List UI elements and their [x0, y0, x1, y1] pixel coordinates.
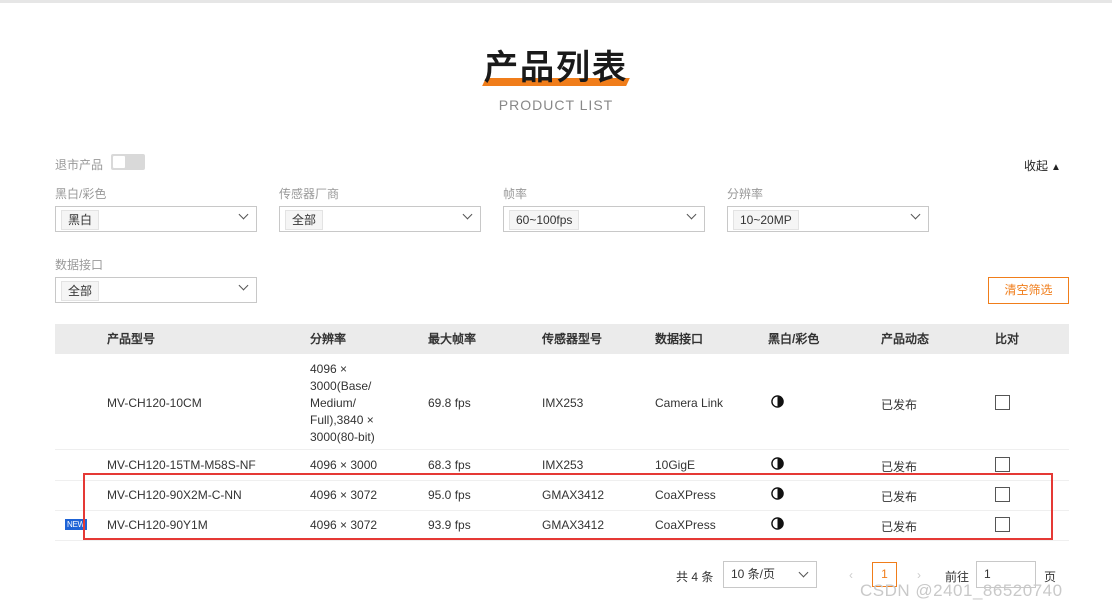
total-count: 共 4 条: [676, 570, 714, 584]
model-link[interactable]: MV-CH120-15TM-M58S-NF: [107, 458, 256, 472]
status-cell: 已发布: [881, 398, 918, 412]
interface-cell: 10GigE: [655, 458, 696, 472]
resolution-line: Full),3840 ×: [310, 413, 374, 427]
col-sensor: 传感器型号: [542, 332, 603, 346]
model-link[interactable]: MV-CH120-10CM: [107, 396, 202, 410]
interface-cell: Camera Link: [655, 396, 724, 410]
resolution-label: 分辨率: [727, 187, 764, 201]
sensor-cell: IMX253: [542, 396, 584, 410]
page-title-text: 产品列表: [484, 49, 628, 87]
watermark: CSDN @2401_86520740: [860, 581, 1063, 600]
collapse-button[interactable]: 收起 ▲: [1024, 157, 1061, 174]
col-interface: 数据接口: [655, 332, 704, 346]
compare-checkbox[interactable]: [995, 457, 1010, 472]
resolution-select[interactable]: 10~20MP: [727, 206, 929, 232]
resolution-line: Medium/: [310, 396, 357, 410]
table-row[interactable]: MV-CH120-10CM 4096 × 3000(Base/ Medium/ …: [55, 354, 1069, 450]
col-compare: 比对: [995, 332, 1020, 346]
page-subtitle: PRODUCT LIST: [498, 97, 614, 113]
page-size-value: 10 条/页: [731, 567, 776, 581]
col-model: 产品型号: [107, 332, 156, 346]
max-fps-cell: 69.8 fps: [428, 396, 471, 410]
sensor-cell: IMX253: [542, 458, 584, 472]
mono-color-select[interactable]: 黑白: [55, 206, 257, 232]
clear-filters-button[interactable]: 清空筛选: [988, 277, 1069, 304]
resolution-line: 3000(Base/: [310, 379, 372, 393]
compare-checkbox[interactable]: [995, 395, 1010, 410]
interface-select[interactable]: 全部: [55, 277, 257, 303]
col-resolution: 分辨率: [310, 332, 347, 346]
mono-color-label: 黑白/彩色: [55, 187, 107, 201]
interface-label: 数据接口: [55, 258, 104, 272]
col-max-fps: 最大帧率: [428, 332, 477, 346]
top-divider: [0, 0, 1112, 3]
chevron-down-icon: [798, 567, 809, 578]
resolution-line: 3000(80-bit): [310, 430, 375, 444]
sensor-maker-label: 传感器厂商: [279, 187, 340, 201]
chevron-down-icon: [238, 209, 249, 220]
triangle-up-icon: ▲: [1051, 162, 1061, 173]
title-block: 产品列表: [0, 46, 1112, 90]
resolution-line: 4096 ×: [310, 362, 348, 376]
page-title: 产品列表: [482, 46, 630, 90]
frame-rate-label: 帧率: [503, 187, 528, 201]
col-status: 产品动态: [881, 332, 930, 346]
chevron-left-icon[interactable]: ‹: [842, 565, 860, 585]
selected-tag: 全部: [285, 210, 324, 230]
collapse-label: 收起: [1024, 159, 1049, 173]
highlight-annotation-box: [83, 473, 1053, 540]
chevron-down-icon: [686, 209, 697, 220]
table-header: 产品型号 分辨率 最大帧率 传感器型号 数据接口 黑白/彩色 产品动态 比对: [55, 324, 1069, 354]
mono-half-circle-icon: [771, 457, 784, 470]
toggle-knob: [113, 156, 125, 168]
max-fps-cell: 68.3 fps: [428, 458, 471, 472]
chevron-down-icon: [910, 209, 921, 220]
selected-tag: 全部: [61, 281, 100, 301]
discontinued-label: 退市产品: [55, 158, 104, 172]
sensor-maker-select[interactable]: 全部: [279, 206, 481, 232]
resolution-cell: 4096 × 3000: [310, 458, 378, 472]
chevron-down-icon: [462, 209, 473, 220]
page-size-select[interactable]: 10 条/页: [723, 561, 817, 588]
selected-tag: 黑白: [61, 210, 100, 230]
discontinued-toggle[interactable]: [111, 154, 145, 170]
resolution-cell: 4096 × 3000(Base/ Medium/ Full),3840 × 3…: [310, 361, 375, 446]
selected-tag: 10~20MP: [733, 210, 799, 230]
mono-half-circle-icon: [771, 395, 784, 408]
selected-tag: 60~100fps: [509, 210, 580, 230]
col-mono-color: 黑白/彩色: [768, 332, 820, 346]
frame-rate-select[interactable]: 60~100fps: [503, 206, 705, 232]
chevron-down-icon: [238, 280, 249, 291]
